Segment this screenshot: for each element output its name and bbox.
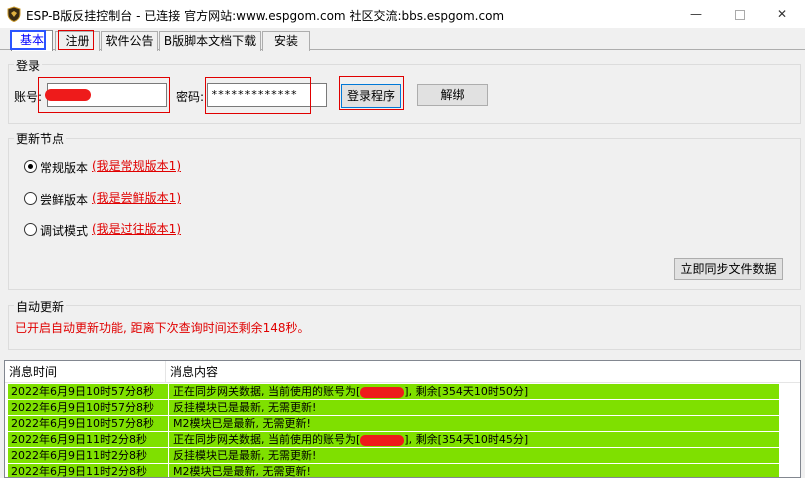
log-row[interactable]: 2022年6月9日11时2分8秒 正在同步网关数据, 当前使用的账号为[ ], 剩… [8,432,779,448]
log-row-divider [168,384,169,400]
auto-update-status: 已开启自动更新功能, 距离下次查询时间还剩余148秒。 [15,321,310,335]
login-button[interactable]: 登录程序 [341,84,401,108]
log-header: 消息时间 消息内容 [5,361,800,383]
title-bar: ESP-B版反挂控制台 - 已连接 官方网站:www.espgom.com 社区… [0,0,805,28]
log-row-divider [168,464,169,477]
link-beta-version[interactable]: (我是尝鲜版本1) [92,189,181,206]
log-account-redaction [360,434,405,446]
minimize-icon: — [690,7,702,21]
unbind-button[interactable]: 解绑 [417,84,488,106]
log-content-prefix: 正在同步网关数据, 当前使用的账号为[ [173,385,361,398]
radio-debug-mode[interactable] [24,223,37,236]
link-legacy-version[interactable]: (我是过往版本1) [92,220,181,237]
log-row[interactable]: 2022年6月9日10时57分8秒 正在同步网关数据, 当前使用的账号为[ ], … [8,384,779,400]
radio-selected-dot [28,164,33,169]
radio-stable-version[interactable] [24,160,37,173]
maximize-icon [735,9,745,20]
log-content: 正在同步网关数据, 当前使用的账号为[ ], 剩余[354天10时45分] [173,432,528,448]
log-time: 2022年6月9日10时57分8秒 [11,401,154,414]
tab-announcement[interactable]: 软件公告 [101,31,158,51]
log-time: 2022年6月9日11时2分8秒 [11,449,147,462]
log-content-suffix: ], 剩余[354天10时45分] [404,433,529,446]
update-nodes-group-title: 更新节点 [14,130,67,147]
log-time: 2022年6月9日11时2分8秒 [11,433,147,446]
auto-update-group-title: 自动更新 [14,298,67,315]
log-row-divider [168,400,169,416]
log-content: 正在同步网关数据, 当前使用的账号为[ ], 剩余[354天10时50分] [173,384,528,400]
window-title: ESP-B版反挂控制台 - 已连接 官方网站:www.espgom.com 社区… [26,9,505,23]
log-content-suffix: ], 剩余[354天10时50分] [404,385,529,398]
log-content: 反挂模块已是最新, 无需更新! [173,401,317,414]
log-row[interactable]: 2022年6月9日11时2分8秒 反挂模块已是最新, 无需更新! [8,448,779,464]
log-row-divider [168,416,169,432]
account-redaction [45,89,91,101]
log-content: 反挂模块已是最新, 无需更新! [173,449,317,462]
tab-script-docs-download[interactable]: B版脚本文档下载 [159,31,261,51]
close-icon: ✕ [776,7,788,21]
minimize-button[interactable]: — [673,0,719,28]
radio-beta-version[interactable] [24,192,37,205]
sync-files-button[interactable]: 立即同步文件数据 [674,258,783,280]
log-row-divider [168,448,169,464]
option-label-stable: 常规版本 [40,161,89,175]
tab-install[interactable]: 安装 [262,31,310,51]
app-shield-icon [6,6,22,23]
login-group-title: 登录 [14,57,43,74]
log-row-divider [168,432,169,448]
log-time: 2022年6月9日11时2分8秒 [11,465,147,478]
option-label-debug: 调试模式 [40,224,89,238]
tab-register[interactable]: 注册 [55,31,100,51]
log-row[interactable]: 2022年6月9日10时57分8秒 反挂模块已是最新, 无需更新! [8,400,779,416]
column-header-time[interactable]: 消息时间 [5,361,166,383]
maximize-button[interactable] [717,0,763,28]
account-label: 账号: [14,90,43,104]
link-stable-version[interactable]: (我是常规版本1) [92,157,181,174]
password-label: 密码: [176,90,205,104]
log-content: M2模块已是最新, 无需更新! [173,465,311,478]
log-row[interactable]: 2022年6月9日10时57分8秒 M2模块已是最新, 无需更新! [8,416,779,432]
option-label-beta: 尝鲜版本 [40,193,89,207]
log-time: 2022年6月9日10时57分8秒 [11,385,154,398]
password-input[interactable]: ************* [207,83,327,107]
message-log-list[interactable]: 消息时间 消息内容 2022年6月9日10时57分8秒 正在同步网关数据, 当前… [4,360,801,478]
log-time: 2022年6月9日10时57分8秒 [11,417,154,430]
log-content: M2模块已是最新, 无需更新! [173,417,311,430]
tab-basic[interactable]: 基本 [11,30,53,51]
close-button[interactable]: ✕ [759,0,805,28]
log-row[interactable]: 2022年6月9日11时2分8秒 M2模块已是最新, 无需更新! [8,464,779,478]
column-header-content[interactable]: 消息内容 [166,361,800,383]
log-account-redaction [360,386,405,398]
log-content-prefix: 正在同步网关数据, 当前使用的账号为[ [173,433,361,446]
